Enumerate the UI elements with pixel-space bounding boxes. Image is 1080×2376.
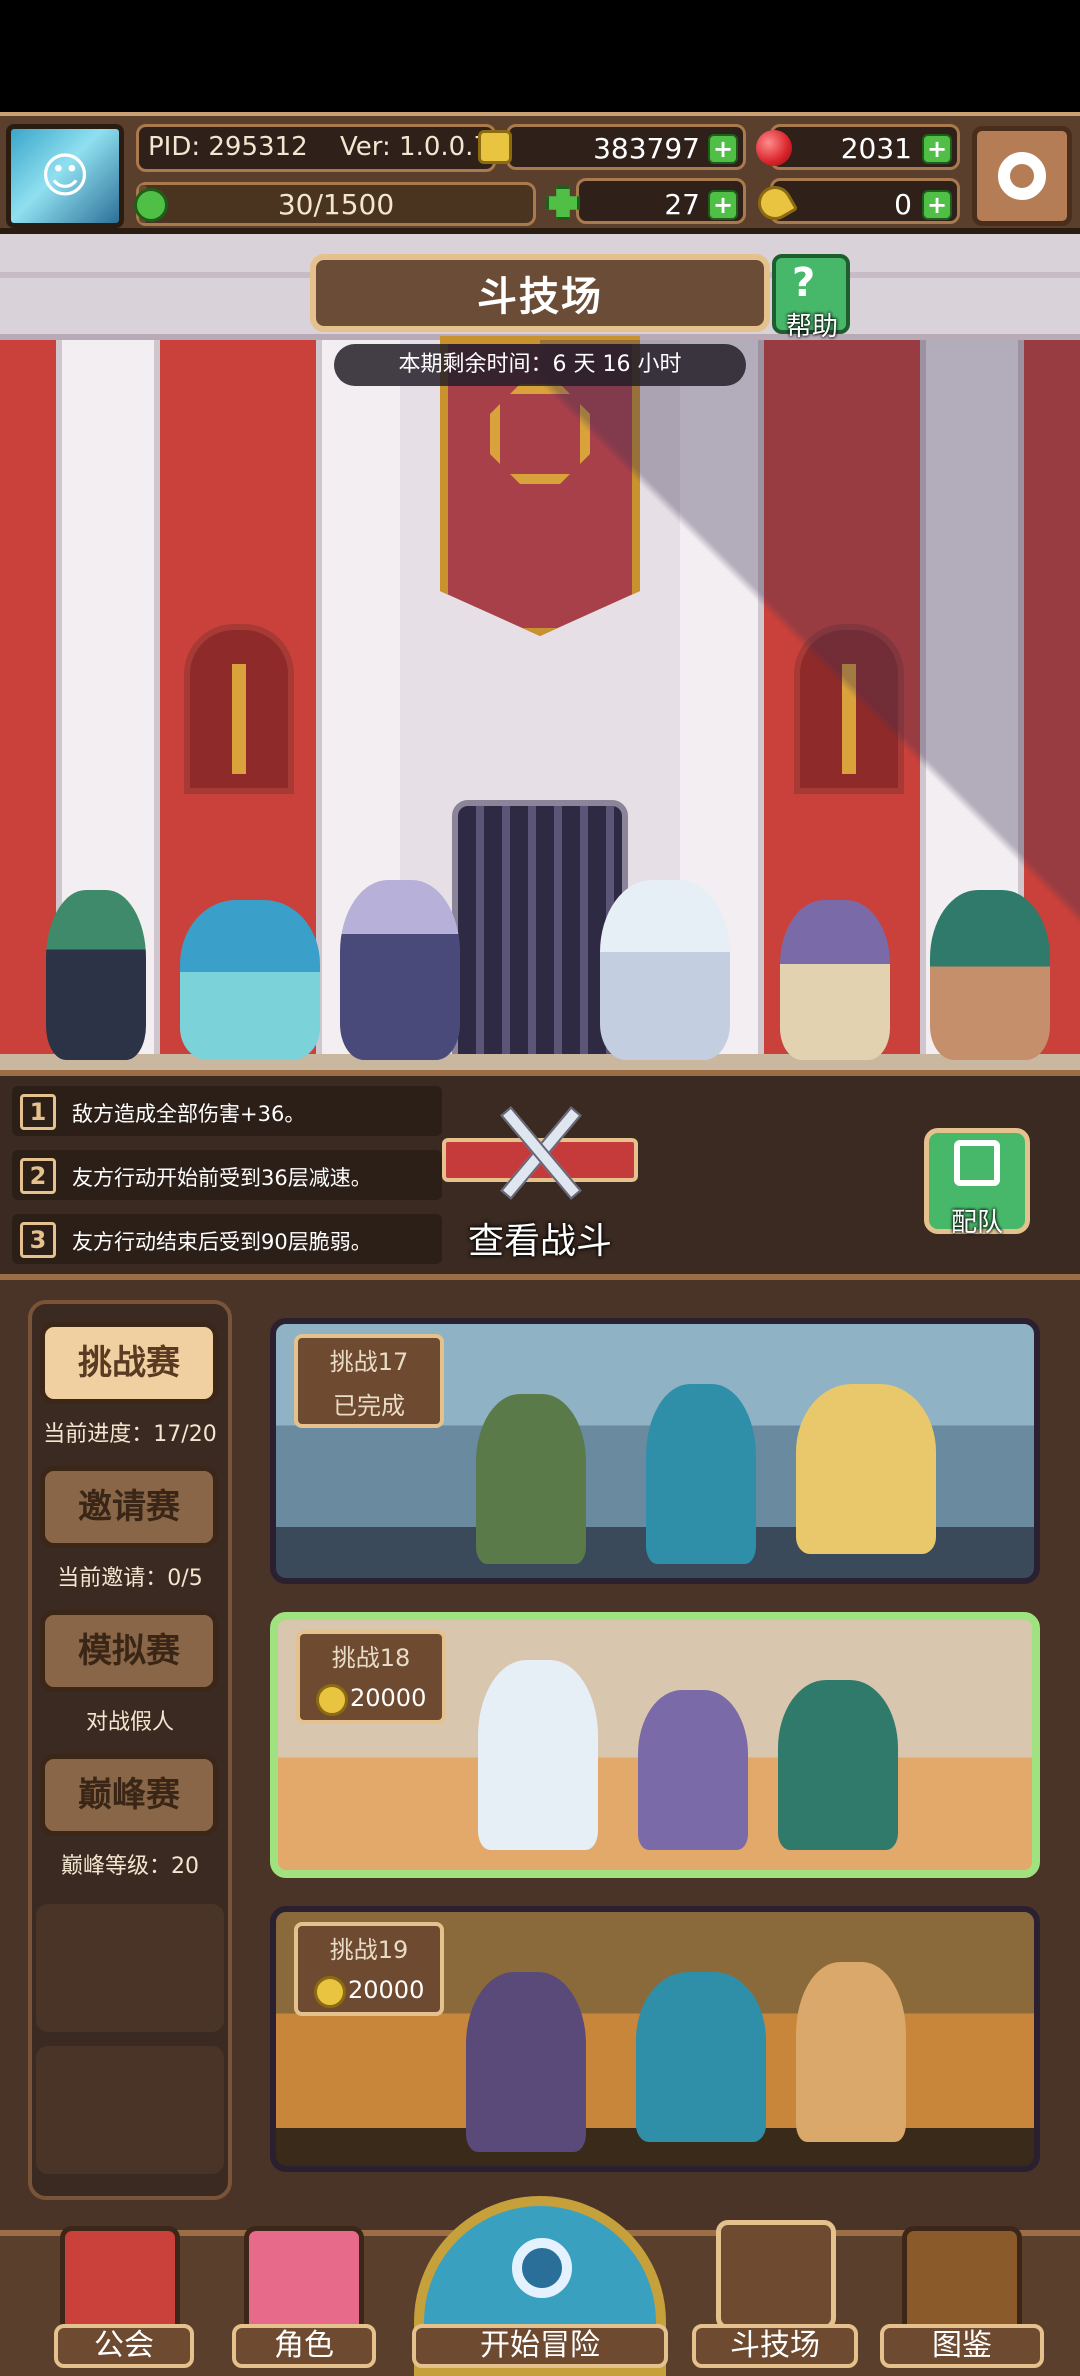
simulation-mode-button[interactable]: 模拟赛 — [40, 1610, 218, 1692]
rule-1: 1 敌方造成全部伤害+36。 — [12, 1086, 442, 1136]
rule-number: 3 — [20, 1222, 56, 1258]
nav-arena[interactable]: 斗技场 — [692, 2324, 858, 2368]
challenge-title: 挑战19 — [329, 1936, 409, 1964]
rule-2: 2 友方行动开始前受到36层减速。 — [12, 1150, 442, 1200]
enemy-mushroom-mage — [636, 1972, 766, 2142]
gear-icon — [998, 152, 1046, 200]
team-setup-label: 配队 — [950, 1208, 1003, 1238]
book-icon[interactable] — [902, 2226, 1022, 2336]
add-ticket-button[interactable]: + — [708, 190, 738, 220]
team-stack-icon — [954, 1140, 1000, 1186]
rule-number: 2 — [20, 1158, 56, 1194]
crossed-swords-icon — [500, 1098, 582, 1208]
nav-start-adventure[interactable]: 开始冒险 — [412, 2324, 668, 2368]
simulation-desc: 对战假人 — [85, 1710, 174, 1735]
enemy-shell-girl — [796, 1384, 936, 1554]
challenge-title: 挑战17 — [329, 1348, 409, 1376]
gold-value: 383797 — [593, 132, 700, 165]
enemy-medusa — [778, 1680, 898, 1850]
coin-icon — [314, 1976, 346, 2008]
rule-text: 敌方造成全部伤害+36。 — [72, 1102, 306, 1126]
empty-mode-slot — [36, 2046, 224, 2174]
character-icon[interactable] — [244, 2226, 364, 2336]
resource-header: ☺ PID: 295312 Ver: 1.0.0.7 30/1500 38379… — [0, 112, 1080, 234]
arena-title: 斗技场 — [310, 254, 770, 332]
rule-text: 友方行动开始前受到36层减速。 — [72, 1166, 372, 1190]
clover-ticket-icon — [546, 186, 580, 220]
challenge-mode-button[interactable]: 挑战赛 — [40, 1322, 218, 1404]
challenge-card-17[interactable]: 挑战17 已完成 — [270, 1318, 1040, 1584]
nav-character[interactable]: 角色 — [232, 2324, 376, 2368]
view-battle-label[interactable]: 查看战斗 — [442, 1212, 638, 1264]
coin-icon — [316, 1684, 348, 1716]
add-gem-button[interactable]: + — [922, 134, 952, 164]
hero-mushroom-mage — [180, 900, 320, 1060]
challenge-cost: 20000 — [350, 1684, 427, 1712]
gold-coin-icon — [478, 130, 512, 164]
add-gold-button[interactable]: + — [708, 134, 738, 164]
system-status-bar — [0, 0, 1080, 112]
peak-level: 巅峰等级：20 — [61, 1854, 199, 1879]
enemy-dark-axe — [466, 1972, 586, 2152]
ticket-value: 27 — [664, 188, 700, 221]
key-value: 0 — [894, 188, 912, 221]
enemy-cat-dancer — [638, 1690, 748, 1850]
nav-codex[interactable]: 图鉴 — [880, 2324, 1044, 2368]
enemy-mermaid — [646, 1384, 756, 1564]
challenge-badge: 挑战17 已完成 — [294, 1334, 444, 1428]
nav-guild[interactable]: 公会 — [54, 2324, 194, 2368]
player-id: PID: 295312 — [148, 132, 308, 162]
arena-floor — [0, 1054, 1080, 1070]
challenge-progress: 当前进度：17/20 — [43, 1422, 217, 1447]
rule-number: 1 — [20, 1094, 56, 1130]
rule-3: 3 友方行动结束后受到90层脆弱。 — [12, 1214, 442, 1264]
challenge-card-18[interactable]: 挑战18 20000 — [270, 1612, 1040, 1878]
challenge-badge: 挑战18 20000 — [296, 1630, 446, 1724]
challenge-title: 挑战18 — [331, 1644, 411, 1672]
hero-medusa — [930, 890, 1050, 1060]
challenge-card-19[interactable]: 挑战19 20000 — [270, 1906, 1040, 2172]
left-sword-icon — [232, 664, 246, 774]
stamina-value: 30/1500 — [277, 188, 395, 221]
peak-mode-button[interactable]: 巅峰赛 — [40, 1754, 218, 1836]
season-timer: 本期剩余时间：6 天 16 小时 — [334, 344, 746, 386]
hero-horned-knight — [600, 880, 730, 1060]
guild-house-icon[interactable] — [60, 2226, 180, 2336]
hero-green-bunny — [46, 890, 146, 1060]
hero-cat-dancer — [780, 900, 890, 1060]
help-label: 帮助 — [785, 312, 838, 342]
hero-lancer — [340, 880, 460, 1060]
empty-mode-slot — [36, 1904, 224, 2032]
add-key-button[interactable]: + — [922, 190, 952, 220]
rule-text: 友方行动结束后受到90层脆弱。 — [72, 1230, 372, 1254]
enemy-horned-knight — [478, 1660, 598, 1850]
enemy-bunny-gunner — [796, 1962, 906, 2142]
enemy-warrior — [476, 1394, 586, 1564]
crossed-swords-icon[interactable] — [716, 2220, 836, 2330]
player-avatar[interactable]: ☺ — [6, 124, 124, 228]
gem-value: 2031 — [840, 132, 912, 165]
magnifier-icon — [512, 2238, 572, 2298]
help-question-icon: ? — [792, 260, 816, 306]
settings-button[interactable] — [972, 126, 1072, 226]
challenge-cost: 20000 — [348, 1976, 425, 2004]
challenge-badge: 挑战19 20000 — [294, 1922, 444, 2016]
challenge-status: 已完成 — [333, 1392, 405, 1420]
invite-mode-button[interactable]: 邀请赛 — [40, 1466, 218, 1548]
invite-count: 当前邀请：0/5 — [57, 1566, 203, 1591]
ruby-gem-icon — [756, 130, 792, 166]
game-version: Ver: 1.0.0.7 — [340, 132, 490, 162]
